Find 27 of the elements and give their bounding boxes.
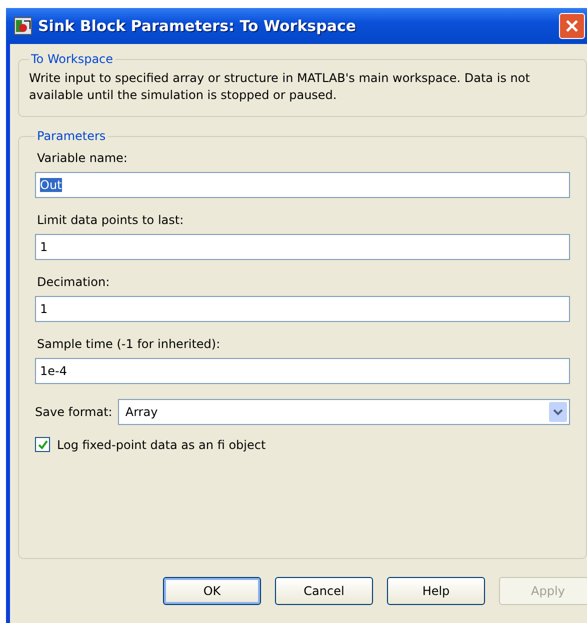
field-value: 1 bbox=[40, 240, 48, 254]
text-field[interactable]: 1 bbox=[35, 234, 570, 260]
format-dropdown[interactable]: Array bbox=[118, 399, 570, 425]
field-label: Save format: bbox=[35, 405, 112, 419]
field-value: 1e-4 bbox=[40, 364, 67, 378]
block-icon bbox=[14, 17, 32, 35]
dialog-button[interactable]: Cancel bbox=[275, 577, 373, 605]
text-field[interactable]: Out bbox=[35, 172, 570, 198]
dialog-button[interactable]: OK bbox=[163, 577, 261, 605]
chevron-down-icon bbox=[549, 402, 567, 422]
description-text: Write input to specified array or structure in MATLAB's main workspace. Data is not available until the simulation is stopped or paused. bbox=[29, 70, 531, 104]
close-button[interactable] bbox=[559, 13, 585, 39]
field-label: Limit data points to last: bbox=[37, 213, 185, 227]
text-field[interactable]: 1 bbox=[35, 296, 570, 322]
text-field[interactable]: 1e-4 bbox=[35, 358, 570, 384]
field-label: Sample time (-1 for inherited): bbox=[37, 337, 222, 351]
close-icon bbox=[565, 19, 579, 33]
field-value: 1 bbox=[40, 302, 48, 316]
field-label: Decimation: bbox=[37, 275, 111, 289]
group-title: To Workspace bbox=[30, 52, 114, 66]
checkbox-label[interactable]: Log fixed-point data as an fi object bbox=[57, 438, 266, 452]
checkbox[interactable] bbox=[35, 437, 50, 452]
field-value: Out bbox=[40, 178, 62, 192]
field-label: Variable name: bbox=[37, 151, 128, 165]
window-title: Sink Block Parameters: To Workspace bbox=[38, 17, 358, 35]
group-title: Parameters bbox=[36, 129, 107, 143]
dialog-button[interactable]: Help bbox=[387, 577, 485, 605]
